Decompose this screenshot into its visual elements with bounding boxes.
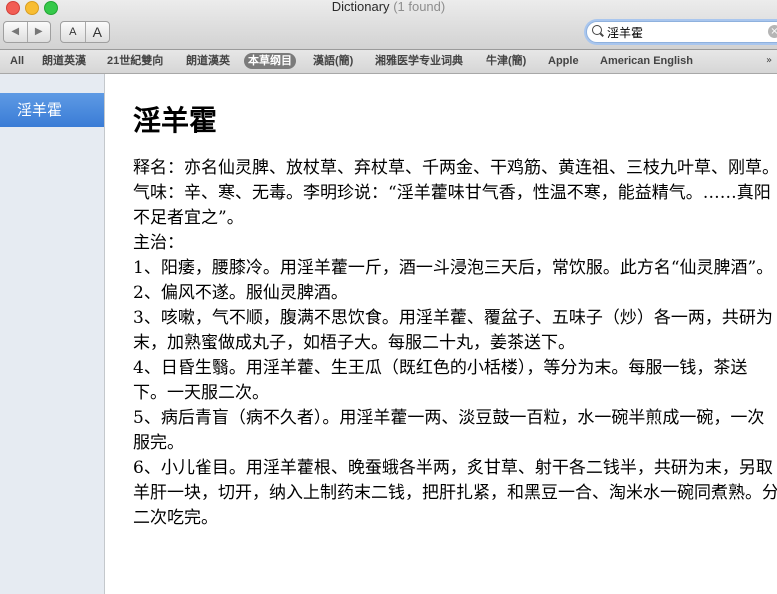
results-sidebar: 淫羊霍	[0, 74, 105, 594]
font-size-buttons: A A	[60, 21, 110, 43]
window-title-text: Dictionary	[331, 0, 390, 14]
search-field[interactable]: 淫羊霍 ×	[586, 21, 777, 43]
scope-21st-century[interactable]: 21世紀雙向	[103, 53, 167, 69]
window-title: Dictionary (1 found)	[0, 0, 777, 14]
clear-search-icon[interactable]: ×	[768, 25, 777, 38]
entry-line-item-4: 4、日昏生翳。用淫羊藿、生王瓜（既红色的小栝楼），等分为末。每服一钱，茶送下。一…	[133, 358, 748, 403]
scope-xiangya-medical[interactable]: 湘雅医学专业词典	[371, 53, 467, 69]
nav-buttons: ◀ ▶	[3, 21, 51, 43]
entry-line-item-6: 6、小儿雀目。用淫羊藿根、晚蚕蛾各半两，炙甘草、射干各二钱半，共研为末，另取羊肝…	[133, 458, 777, 528]
entry-line-item-3: 3、咳嗽，气不顺，腹满不思饮食。用淫羊藿、覆盆子、五味子（炒）各一两，共研为末，…	[133, 308, 773, 353]
search-input[interactable]: 淫羊霍	[607, 24, 643, 41]
entry-line-item-2: 2、偏风不遂。服仙灵脾酒。	[133, 283, 348, 303]
scope-all[interactable]: All	[6, 53, 28, 69]
scope-oxford-simplified[interactable]: 牛津(簡)	[482, 53, 530, 69]
definition-pane: 淫羊霍 释名：亦名仙灵脾、放杖草、弃杖草、千两金、干鸡筋、黄连祖、三枝九叶草、刚…	[105, 74, 777, 594]
scope-overflow-icon[interactable]: »	[766, 55, 772, 66]
scope-bencao-gangmu[interactable]: 本草纲目	[244, 53, 296, 69]
back-button[interactable]: ◀	[4, 22, 28, 42]
forward-button[interactable]: ▶	[28, 22, 51, 42]
search-icon	[592, 25, 602, 35]
scope-chinese-simplified[interactable]: 漢語(簡)	[309, 53, 357, 69]
entry-line-flavor: 气味：辛、寒、无毒。李明珍说：“淫羊藿味甘气香，性温不寒，能益精气。……真阳不足…	[133, 183, 771, 228]
scope-apple[interactable]: Apple	[544, 53, 583, 69]
title-bar: Dictionary (1 found) ◀ ▶ A A 淫羊霍 ×	[0, 0, 777, 50]
entry-line-item-1: 1、阳痿，腰膝冷。用淫羊藿一斤，酒一斗浸泡三天后，常饮服。此方名“仙灵脾酒”。	[133, 258, 774, 278]
decrease-font-button[interactable]: A	[61, 22, 86, 42]
scope-american-english[interactable]: American English	[596, 53, 697, 69]
entry-body: 释名：亦名仙灵脾、放杖草、弃杖草、千两金、干鸡筋、黄连祖、三枝九叶草、刚草。 气…	[133, 156, 777, 531]
sidebar-item-selected[interactable]: 淫羊霍	[0, 93, 104, 127]
scope-langdao-zh-en[interactable]: 朗道漢英	[182, 53, 234, 69]
scope-langdao-en-zh[interactable]: 朗道英漢	[38, 53, 90, 69]
entry-line-names: 释名：亦名仙灵脾、放杖草、弃杖草、千两金、干鸡筋、黄连祖、三枝九叶草、刚草。	[133, 158, 777, 178]
dictionary-scope-bar: All 朗道英漢 21世紀雙向 朗道漢英 本草纲目 漢語(簡) 湘雅医学专业词典…	[0, 50, 777, 74]
entry-line-indications: 主治：	[133, 233, 184, 253]
result-count: (1 found)	[393, 0, 446, 14]
entry-line-item-5: 5、病后青盲（病不久者）。用淫羊藿一两、淡豆鼓一百粒，水一碗半煎成一碗，一次服完…	[133, 408, 765, 453]
increase-font-button[interactable]: A	[86, 22, 110, 42]
entry-headword: 淫羊霍	[133, 104, 218, 137]
